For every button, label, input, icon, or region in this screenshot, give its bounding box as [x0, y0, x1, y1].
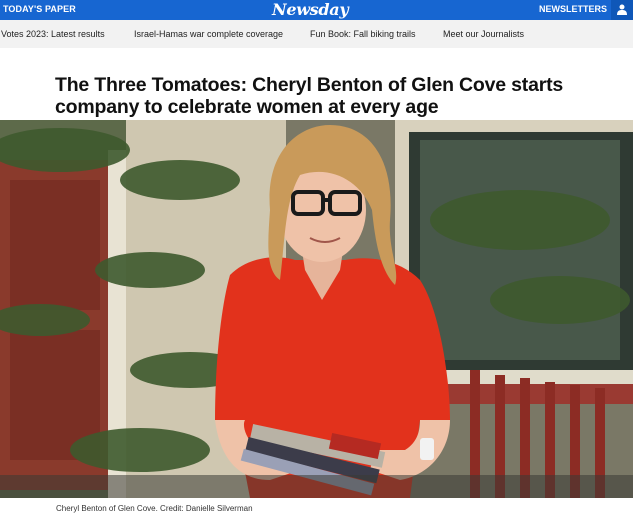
- top-bar: TODAY'S PAPER Newsday NEWSLETTERS: [0, 0, 633, 20]
- newsday-logo[interactable]: Newsday: [272, 0, 349, 20]
- article-photo[interactable]: [0, 120, 633, 498]
- photo-caption: Cheryl Benton of Glen Cove. Credit: Dani…: [56, 504, 253, 513]
- nav-link-journalists[interactable]: Meet our Journalists: [443, 29, 524, 39]
- nav-link-votes[interactable]: Votes 2023: Latest results: [1, 29, 105, 39]
- photo-illustration: [0, 120, 633, 498]
- headline-area: The Three Tomatoes: Cheryl Benton of Gle…: [0, 48, 633, 120]
- trending-nav: Votes 2023: Latest results Israel-Hamas …: [0, 20, 633, 48]
- todays-paper-link[interactable]: TODAY'S PAPER: [3, 4, 76, 14]
- article-headline: The Three Tomatoes: Cheryl Benton of Gle…: [55, 74, 564, 119]
- nav-link-israel-hamas[interactable]: Israel-Hamas war complete coverage: [134, 29, 283, 39]
- newsletters-link[interactable]: NEWSLETTERS: [539, 4, 607, 14]
- account-button[interactable]: [611, 0, 633, 20]
- nav-link-fun-book[interactable]: Fun Book: Fall biking trails: [310, 29, 416, 39]
- user-icon: [617, 4, 627, 15]
